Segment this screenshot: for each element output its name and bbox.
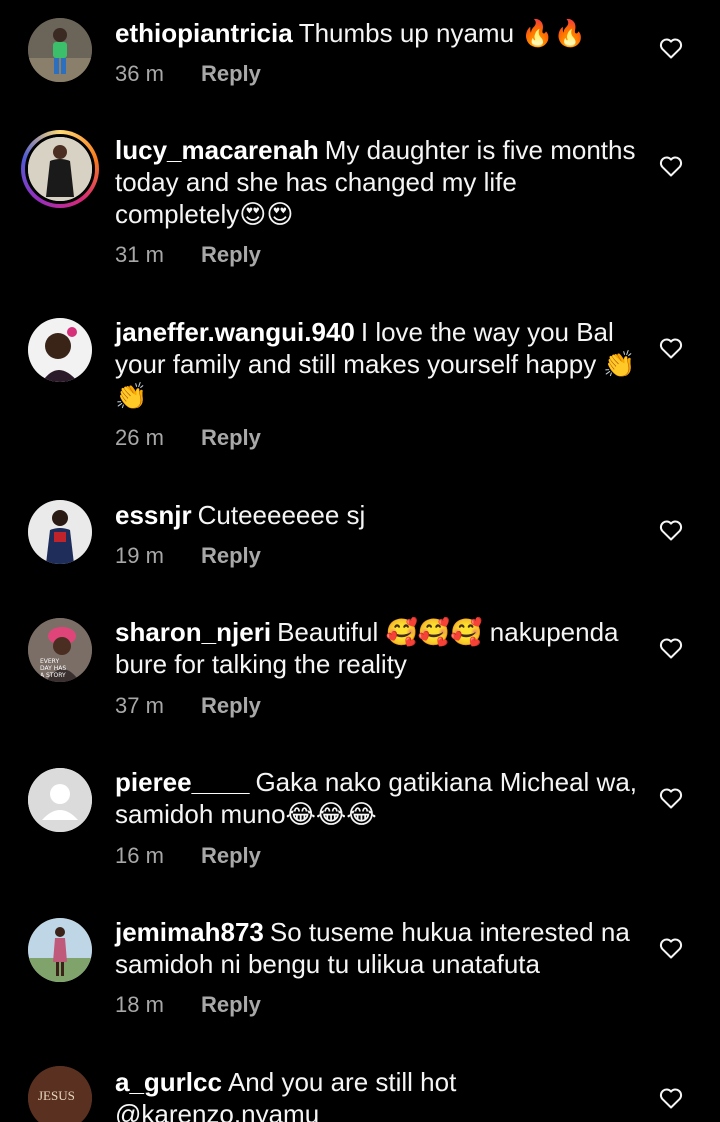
heart-icon (659, 338, 683, 359)
avatar-story-ring[interactable] (21, 130, 99, 208)
like-button[interactable] (659, 337, 683, 359)
comment-time: 26 m (115, 425, 164, 450)
default-user-avatar-icon (28, 768, 92, 832)
comment-text: Cuteeeeeee sj (197, 500, 366, 530)
avatar[interactable]: JESUS (28, 1066, 92, 1122)
comment-body: essnjr Cuteeeeeee sj (115, 499, 645, 531)
comment-time: 16 m (115, 843, 164, 868)
avatar[interactable]: EVERY DAY HAS A STORY (28, 618, 92, 682)
reply-button[interactable]: Reply (201, 61, 261, 86)
reply-button[interactable]: Reply (201, 693, 261, 718)
heart-icon (659, 788, 683, 809)
heart-icon (659, 938, 683, 959)
comment-username[interactable]: a_gurlcc (115, 1067, 222, 1097)
comment-username[interactable]: pieree____ (115, 767, 249, 797)
like-button[interactable] (659, 155, 683, 177)
comment-body: jemimah873 So tuseme hukua interested na … (115, 916, 645, 980)
like-button[interactable] (659, 37, 683, 59)
comment-meta: 31 m Reply (115, 241, 261, 269)
avatar[interactable] (28, 768, 92, 832)
comment-username[interactable]: jemimah873 (115, 917, 264, 947)
comment-body: sharon_njeri Beautiful 🥰🥰🥰 nakupenda bure… (115, 616, 645, 680)
like-button[interactable] (659, 519, 683, 541)
reply-button[interactable]: Reply (201, 843, 261, 868)
heart-icon (659, 1088, 683, 1109)
like-button[interactable] (659, 1087, 683, 1109)
comment-time: 18 m (115, 992, 164, 1017)
avatar (25, 134, 95, 204)
comment-username[interactable]: ethiopiantricia (115, 18, 293, 48)
person-standing-avatar-icon (28, 18, 92, 82)
avatar-caption: EVERY DAY HAS A STORY (40, 658, 67, 679)
reply-button[interactable]: Reply (201, 242, 261, 267)
comment-username[interactable]: lucy_macarenah (115, 135, 319, 165)
like-button[interactable] (659, 787, 683, 809)
comments-feed: ethiopiantricia Thumbs up nyamu 🔥🔥 36 m Re… (0, 0, 720, 1122)
comment-username[interactable]: essnjr (115, 500, 192, 530)
comment-meta: 26 m Reply (115, 424, 261, 452)
woman-black-dress-avatar-icon (28, 137, 92, 201)
like-button[interactable] (659, 937, 683, 959)
heart-icon (659, 520, 683, 541)
comment-meta: 36 m Reply (115, 60, 261, 88)
comment-body: ethiopiantricia Thumbs up nyamu 🔥🔥 (115, 17, 645, 49)
avatar-caption: JESUS (38, 1088, 75, 1103)
avatar[interactable] (28, 918, 92, 982)
comment-text: Thumbs up nyamu 🔥🔥 (298, 18, 586, 48)
comment-username[interactable]: janeffer.wangui.940 (115, 317, 355, 347)
reply-button[interactable]: Reply (201, 425, 261, 450)
comment-meta: 19 m Reply (115, 542, 261, 570)
comment-username[interactable]: sharon_njeri (115, 617, 271, 647)
comment-body: janeffer.wangui.940 I love the way you Ba… (115, 316, 645, 412)
reply-button[interactable]: Reply (201, 543, 261, 568)
comment-body: a_gurlcc And you are still hot @karenzo.n… (115, 1066, 645, 1122)
woman-selfie-avatar-icon (28, 318, 92, 382)
heart-icon (659, 38, 683, 59)
comment-time: 36 m (115, 61, 164, 86)
avatar[interactable] (28, 318, 92, 382)
reply-button[interactable]: Reply (201, 992, 261, 1017)
comment-meta: 37 m Reply (115, 692, 261, 720)
comment-meta: 16 m Reply (115, 842, 261, 870)
heart-icon (659, 156, 683, 177)
like-button[interactable] (659, 637, 683, 659)
comment-time: 19 m (115, 543, 164, 568)
comment-meta: 18 m Reply (115, 991, 261, 1019)
woman-outdoor-avatar-icon (28, 918, 92, 982)
avatar[interactable] (28, 500, 92, 564)
heart-icon (659, 638, 683, 659)
woman-red-top-avatar-icon (28, 500, 92, 564)
comment-time: 31 m (115, 242, 164, 267)
comment-time: 37 m (115, 693, 164, 718)
avatar[interactable] (28, 18, 92, 82)
comment-body: lucy_macarenah My daughter is five months… (115, 134, 645, 230)
comment-body: pieree____ Gaka nako gatikiana Micheal wa… (115, 766, 645, 830)
